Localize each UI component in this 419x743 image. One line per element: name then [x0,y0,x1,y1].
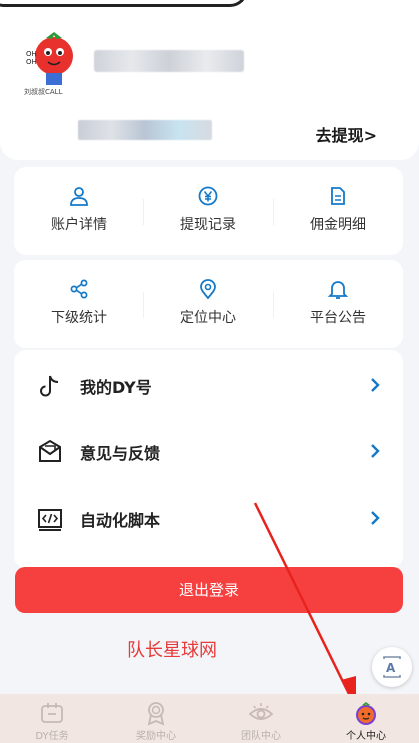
feedback-label: 意见与反馈 [80,444,161,463]
subordinate-stats-label: 下级统计 [51,310,107,326]
svg-text:OH: OH [26,50,37,58]
account-details-button[interactable]: 账户详情 [14,167,144,255]
tab-dy-tasks[interactable]: DY任务 [0,694,104,743]
withdraw-link[interactable]: 去提现> [316,122,377,146]
tab-team-label: 团队中心 [241,731,281,742]
tab-rewards-label: 奖励中心 [136,731,176,742]
tab-rewards[interactable]: 奖励中心 [104,694,208,743]
feedback-row[interactable]: 意见与反馈 [14,418,403,484]
bell-icon [327,281,349,299]
location-center-label: 定位中心 [180,310,236,326]
account-details-label: 账户详情 [51,217,107,233]
search-bar-edge[interactable] [0,0,248,7]
account-grid: 账户详情 提现记录 佣金明细 [14,167,403,255]
my-dy-account-row[interactable]: 我的DY号 [14,352,403,418]
my-dy-account-label: 我的DY号 [80,378,152,397]
tab-profile[interactable]: 个人中心 [314,694,418,743]
commission-details-label: 佣金明细 [310,217,366,233]
tab-team[interactable]: 团队中心 [209,694,313,743]
automation-script-row[interactable]: 自动化脚本 [14,485,403,551]
tab-profile-label: 个人中心 [346,731,386,742]
user-icon [70,187,88,206]
tomato-icon [356,702,376,725]
automation-script-label: 自动化脚本 [80,511,161,530]
tiktok-icon [40,375,59,397]
award-icon [147,702,165,726]
location-pin-icon [200,279,216,300]
avatar-caption: 刘叔叔CALL [24,87,63,96]
translate-float-button[interactable]: A [372,647,412,687]
subordinate-stats-button[interactable]: 下级统计 [14,260,144,348]
envelope-icon [39,439,61,462]
svg-text:OH: OH [26,58,37,66]
platform-announcements-button[interactable]: 平台公告 [273,260,403,348]
code-icon [38,509,62,531]
chevron-right-icon [371,378,380,392]
logout-button[interactable]: 退出登录 [15,567,403,613]
eye-icon [248,703,274,720]
svg-text:A: A [386,661,396,675]
document-icon [331,187,345,205]
commission-details-button[interactable]: 佣金明细 [273,167,403,255]
masked-balance [78,120,212,140]
chevron-right-icon [371,444,380,458]
withdraw-records-button[interactable]: 提现记录 [143,167,273,255]
platform-announcements-label: 平台公告 [310,310,366,326]
team-grid: 下级统计 定位中心 平台公告 [14,260,403,348]
tab-dy-tasks-label: DY任务 [35,731,69,742]
yen-circle-icon [198,186,218,206]
masked-username [94,50,244,72]
avatar[interactable]: OH OH 刘叔叔CALL [18,26,84,98]
chevron-right-icon [371,511,380,525]
task-box-icon [41,703,63,723]
settings-list: 我的DY号 意见与反馈 自动化脚本 [14,350,403,568]
watermark-text: 队长星球网 [127,640,217,661]
withdraw-records-label: 提现记录 [180,217,236,233]
share-icon [70,279,88,299]
profile-header: OH OH 刘叔叔CALL 去提现> [0,0,419,160]
location-center-button[interactable]: 定位中心 [143,260,273,348]
bottom-tab-bar: DY任务 奖励中心 团队中心 个人中心 [0,694,419,743]
